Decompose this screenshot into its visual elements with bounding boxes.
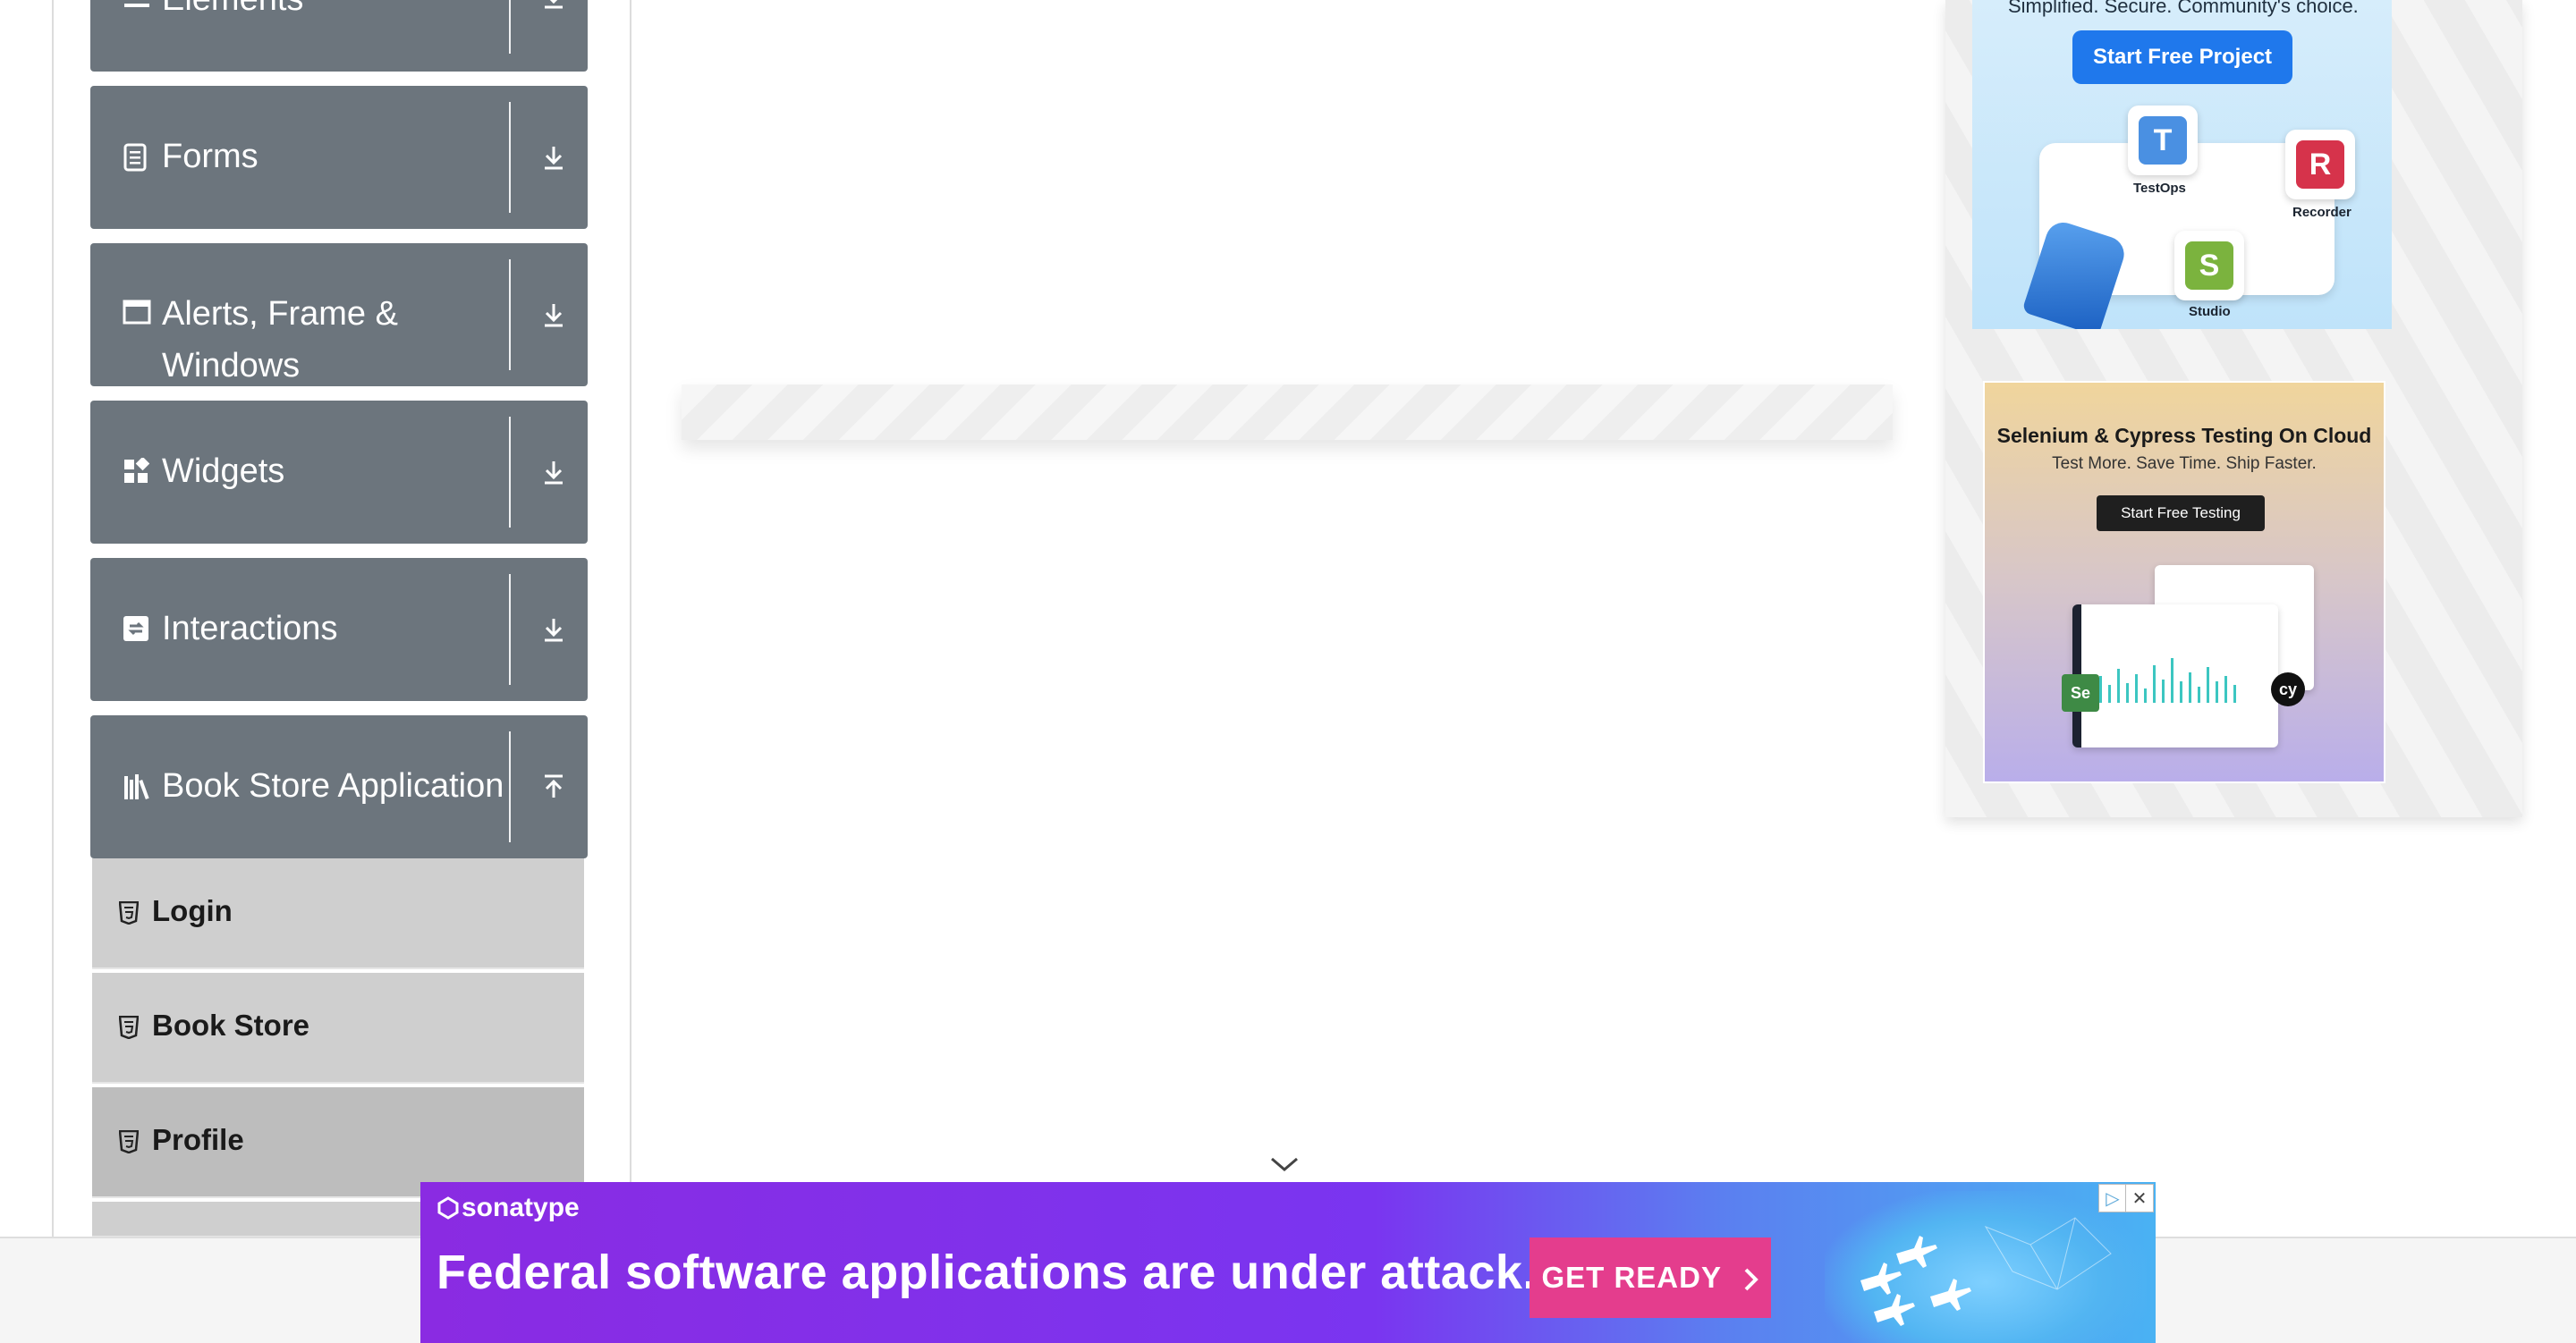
selenium-badge: Se <box>2062 674 2099 712</box>
download-arrow-icon[interactable] <box>529 132 579 182</box>
adchoices-icon[interactable]: ▷ <box>2098 1184 2127 1212</box>
recorder-letter: R <box>2296 140 2344 189</box>
sidebar-group-widgets[interactable]: Widgets <box>90 401 588 544</box>
get-ready-label: GET READY <box>1541 1261 1722 1294</box>
airplanes-illustration <box>1860 1217 2112 1326</box>
tile-label: TestOps <box>2133 181 2186 196</box>
sidebar-group-label: Elements <box>162 0 303 25</box>
group-divider <box>509 0 511 54</box>
window-icon <box>123 299 151 327</box>
download-arrow-icon[interactable] <box>529 604 579 655</box>
menu-item-label: Profile <box>152 1123 244 1156</box>
upload-arrow-icon[interactable] <box>529 762 579 812</box>
group-divider <box>509 259 511 370</box>
sidebar-group-label-line2: Windows <box>162 347 301 384</box>
list-icon <box>123 0 151 13</box>
page: Elements Forms Alerts, Frame & Windows <box>0 0 2576 1343</box>
menu-item-label: Book Store <box>152 1009 310 1042</box>
sidebar-group-label: Interactions <box>162 610 338 647</box>
bar-sparkline <box>2099 658 2236 703</box>
katalon-ad[interactable]: Simplified. Secure. Community's choice. … <box>1972 0 2392 329</box>
testops-letter: T <box>2139 116 2187 165</box>
download-arrow-icon[interactable] <box>529 447 579 497</box>
brand-name: sonatype <box>462 1193 580 1222</box>
document-icon <box>123 143 151 172</box>
group-divider <box>509 102 511 213</box>
us-map-illustration <box>1825 1191 2147 1343</box>
sidebar-group-label: Alerts, Frame & <box>162 295 398 333</box>
sidebar-group-label: Book Store Application <box>162 767 504 805</box>
interactions-icon <box>123 615 151 644</box>
lambdatest-ad[interactable]: Selenium & Cypress Testing On Cloud Test… <box>1983 381 2385 783</box>
sidebar-group-label: Widgets <box>162 452 285 490</box>
start-free-project-button[interactable]: Start Free Project <box>2072 30 2292 84</box>
recorder-icon: R <box>2285 130 2355 199</box>
testops-icon: T <box>2128 106 2198 175</box>
chevron-down-icon[interactable] <box>1268 1153 1301 1175</box>
studio-icon: S <box>2174 231 2244 300</box>
html5-icon <box>118 900 140 925</box>
books-icon <box>123 773 155 801</box>
sidebar-group-label: Forms <box>162 138 258 175</box>
menu-item-login[interactable]: Login <box>92 858 584 969</box>
widgets-icon <box>123 456 151 486</box>
menu-item-book-store[interactable]: Book Store <box>92 973 584 1084</box>
group-divider <box>509 574 511 685</box>
download-arrow-icon[interactable] <box>529 0 579 21</box>
start-free-testing-button[interactable]: Start Free Testing <box>2097 495 2265 531</box>
tile-label: Recorder <box>2292 205 2351 220</box>
banner-headline: Federal software applications are under … <box>436 1246 1537 1299</box>
loading-placeholder <box>682 384 1893 440</box>
sidebar-group-interactions[interactable]: Interactions <box>90 558 588 701</box>
group-divider <box>509 417 511 528</box>
sonatype-banner-ad[interactable]: sonatype Federal software applications a… <box>420 1182 2156 1343</box>
cypress-badge: cy <box>2271 672 2305 706</box>
sonatype-logo: sonatype <box>436 1193 580 1223</box>
group-divider <box>509 731 511 842</box>
download-arrow-icon[interactable] <box>529 290 579 340</box>
get-ready-button[interactable]: GET READY <box>1530 1237 1771 1318</box>
tile-label: Studio <box>2189 304 2231 319</box>
close-icon[interactable]: ✕ <box>2125 1184 2154 1212</box>
sidebar-group-alerts-frame-windows[interactable]: Alerts, Frame & Windows <box>90 243 588 386</box>
studio-letter: S <box>2185 241 2233 290</box>
sidebar-group-forms[interactable]: Forms <box>90 86 588 229</box>
ad-title: Selenium & Cypress Testing On Cloud <box>1996 424 2372 447</box>
sidebar-group-elements[interactable]: Elements <box>90 0 588 72</box>
html5-icon <box>118 1015 140 1040</box>
html5-icon <box>118 1129 140 1154</box>
ad-subtitle: Test More. Save Time. Ship Faster. <box>2052 454 2317 473</box>
sidebar-group-book-store-application[interactable]: Book Store Application <box>90 715 588 858</box>
menu-item-label: Login <box>152 894 233 927</box>
dashboard-screen-front <box>2072 604 2278 748</box>
ad-tagline: Simplified. Secure. Community's choice. <box>2008 0 2359 17</box>
chevron-right-icon <box>1744 1268 1758 1291</box>
